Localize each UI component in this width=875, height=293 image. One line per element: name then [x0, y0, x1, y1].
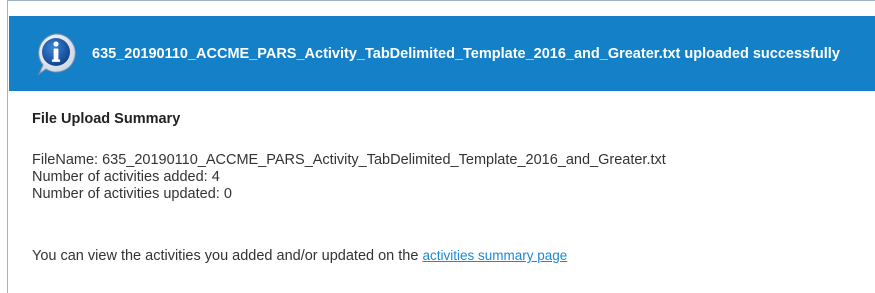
info-icon: [34, 32, 78, 76]
footer-text: You can view the activities you added an…: [32, 248, 423, 264]
upload-result-panel: 635_20190110_ACCME_PARS_Activity_TabDeli…: [7, 0, 875, 293]
summary-details: FileName: 635_20190110_ACCME_PARS_Activi…: [32, 152, 666, 203]
banner-message: 635_20190110_ACCME_PARS_Activity_TabDeli…: [92, 45, 840, 62]
activities-summary-link[interactable]: activities summary page: [422, 248, 567, 263]
summary-title: File Upload Summary: [32, 111, 181, 127]
success-banner: 635_20190110_ACCME_PARS_Activity_TabDeli…: [9, 16, 875, 91]
activities-added-line: Number of activities added: 4: [32, 169, 220, 185]
filename-line: FileName: 635_20190110_ACCME_PARS_Activi…: [32, 152, 666, 168]
activities-updated-line: Number of activities updated: 0: [32, 186, 232, 202]
footer-note: You can view the activities you added an…: [32, 248, 567, 264]
